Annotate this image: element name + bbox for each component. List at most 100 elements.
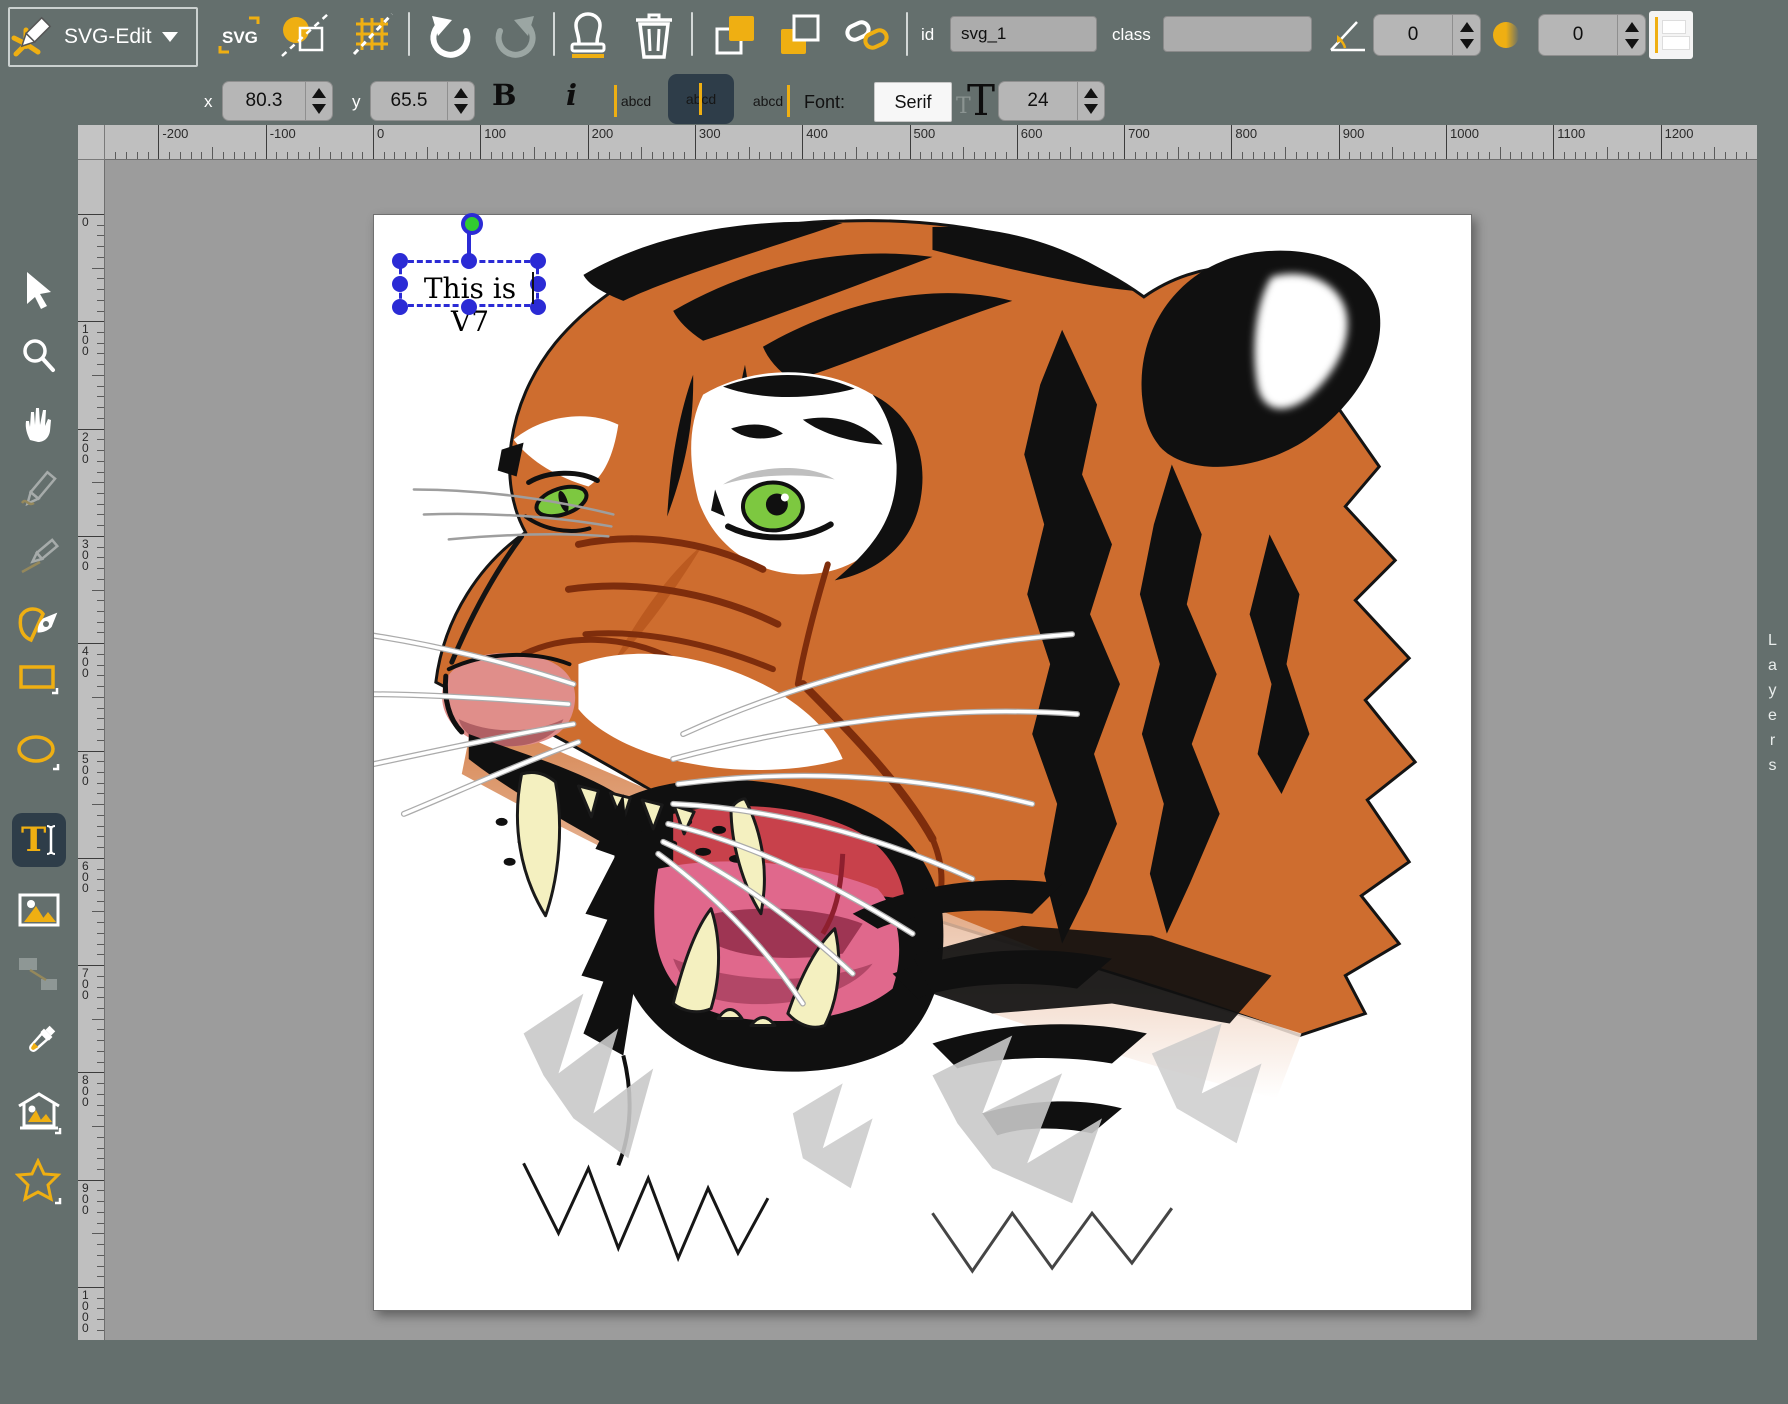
- image-tool-button[interactable]: [12, 883, 66, 937]
- source-editor-button[interactable]: SVG: [213, 12, 265, 58]
- x-input[interactable]: 80.3: [222, 81, 306, 121]
- clone-button[interactable]: [563, 8, 613, 62]
- h-ruler-tick: [534, 147, 535, 159]
- id-input[interactable]: svg_1: [950, 16, 1097, 52]
- italic-button[interactable]: i: [566, 78, 577, 112]
- v-ruler-label: 8 0 0: [82, 1075, 89, 1108]
- h-ruler-tick: [1414, 152, 1415, 159]
- h-ruler-tick: [427, 147, 428, 159]
- angle-spinner[interactable]: [1453, 14, 1481, 56]
- delete-button[interactable]: [630, 8, 678, 62]
- h-ruler-tick: [480, 125, 481, 159]
- v-ruler-tick: [92, 375, 104, 376]
- rectangle-tool-button[interactable]: [12, 652, 66, 706]
- connector-tool-button[interactable]: [12, 947, 66, 1001]
- ellipse-tool-button[interactable]: [12, 725, 66, 779]
- top-toolbar: SVG-Edit SVG: [0, 0, 1788, 125]
- h-ruler-tick: [158, 125, 159, 159]
- h-ruler-tick: [673, 152, 674, 159]
- pencil-icon: [18, 469, 60, 511]
- text-anchor-end-button[interactable]: abcd: [744, 80, 792, 122]
- text-anchor-start-button[interactable]: abcd: [612, 80, 660, 122]
- drawing-canvas[interactable]: This is V7: [373, 214, 1472, 1311]
- h-ruler-tick: [1500, 147, 1501, 159]
- layers-tab[interactable]: L a y e r s: [1757, 628, 1788, 778]
- blur-input[interactable]: 0: [1538, 14, 1618, 56]
- select-arrow-icon: [21, 270, 57, 310]
- move-to-bottom-button[interactable]: [775, 10, 825, 60]
- h-ruler-tick: [1714, 147, 1715, 159]
- font-size-value: 24: [1027, 90, 1048, 112]
- v-ruler-tick: [97, 1330, 104, 1331]
- selection-handle-ne[interactable]: [530, 253, 546, 269]
- h-ruler-tick: [1736, 152, 1737, 159]
- h-ruler-tick: [770, 152, 771, 159]
- h-ruler-tick: [523, 152, 524, 159]
- pencil-tool-button[interactable]: [12, 463, 66, 517]
- h-ruler-tick: [877, 152, 878, 159]
- main-menu-button[interactable]: SVG-Edit: [8, 7, 198, 67]
- h-ruler-tick: [1382, 152, 1383, 159]
- blur-spinner[interactable]: [1618, 14, 1646, 56]
- move-to-top-button[interactable]: [710, 10, 760, 60]
- selection-handle-s[interactable]: [461, 299, 477, 315]
- zoom-tool-button[interactable]: [12, 329, 66, 383]
- selection-handle-nw[interactable]: [392, 253, 408, 269]
- editor-preferences-button[interactable]: [348, 10, 398, 60]
- path-pen-icon: [17, 602, 61, 646]
- angle-input[interactable]: 0: [1373, 14, 1453, 56]
- h-ruler-tick: [867, 152, 868, 159]
- y-spinner[interactable]: [448, 81, 475, 121]
- h-ruler-tick: [1467, 152, 1468, 159]
- eyedropper-tool-button[interactable]: [12, 1015, 66, 1069]
- class-input[interactable]: [1163, 16, 1312, 52]
- y-input[interactable]: 65.5: [370, 81, 448, 121]
- font-size-input[interactable]: 24: [998, 81, 1078, 121]
- h-ruler-tick: [137, 152, 138, 159]
- id-value: svg_1: [961, 24, 1006, 44]
- align-panel-button[interactable]: [1649, 11, 1693, 59]
- v-ruler-tick: [97, 1266, 104, 1267]
- rotate-handle[interactable]: [461, 213, 483, 235]
- h-ruler-tick: [266, 125, 267, 159]
- document-properties-button[interactable]: [278, 10, 332, 60]
- text-tool-button[interactable]: T: [12, 813, 66, 867]
- v-ruler-tick: [97, 1244, 104, 1245]
- redo-button[interactable]: [490, 10, 538, 60]
- v-ruler-tick: [92, 804, 104, 805]
- h-ruler-tick: [1049, 152, 1050, 159]
- shape-library-button[interactable]: [12, 1087, 66, 1141]
- h-ruler-tick: [834, 152, 835, 159]
- h-ruler-tick: [362, 152, 363, 159]
- line-tool-button[interactable]: [12, 530, 66, 584]
- selection-handle-n[interactable]: [461, 253, 477, 269]
- h-ruler-label: 600: [1021, 126, 1043, 141]
- v-ruler-tick: [97, 740, 104, 741]
- h-ruler-tick: [1349, 152, 1350, 159]
- selection-handle-w[interactable]: [392, 276, 408, 292]
- toolbar-separator: [691, 12, 693, 56]
- font-family-button[interactable]: Serif: [874, 82, 952, 122]
- blur-value: 0: [1573, 24, 1584, 46]
- font-size-spinner[interactable]: [1078, 81, 1105, 121]
- path-tool-button[interactable]: [12, 597, 66, 651]
- select-tool-button[interactable]: [12, 263, 66, 317]
- h-ruler-tick: [706, 152, 707, 159]
- h-ruler-tick: [1103, 152, 1104, 159]
- star-tool-button[interactable]: [12, 1155, 66, 1209]
- pan-tool-button[interactable]: [12, 397, 66, 451]
- h-ruler-label: 1100: [1557, 126, 1585, 141]
- selection-handle-sw[interactable]: [392, 299, 408, 315]
- text-anchor-middle-button[interactable]: abcd: [668, 74, 734, 124]
- v-ruler-tick: [97, 997, 104, 998]
- v-ruler-tick: [97, 708, 104, 709]
- h-ruler-tick: [1371, 152, 1372, 159]
- h-ruler-tick: [995, 152, 996, 159]
- bold-button[interactable]: B: [492, 78, 517, 112]
- make-link-button[interactable]: [843, 12, 891, 58]
- h-ruler-tick: [802, 125, 803, 159]
- x-spinner[interactable]: [306, 81, 333, 121]
- h-ruler-tick: [394, 152, 395, 159]
- undo-button[interactable]: [428, 10, 476, 60]
- blur-icon: [1490, 18, 1524, 52]
